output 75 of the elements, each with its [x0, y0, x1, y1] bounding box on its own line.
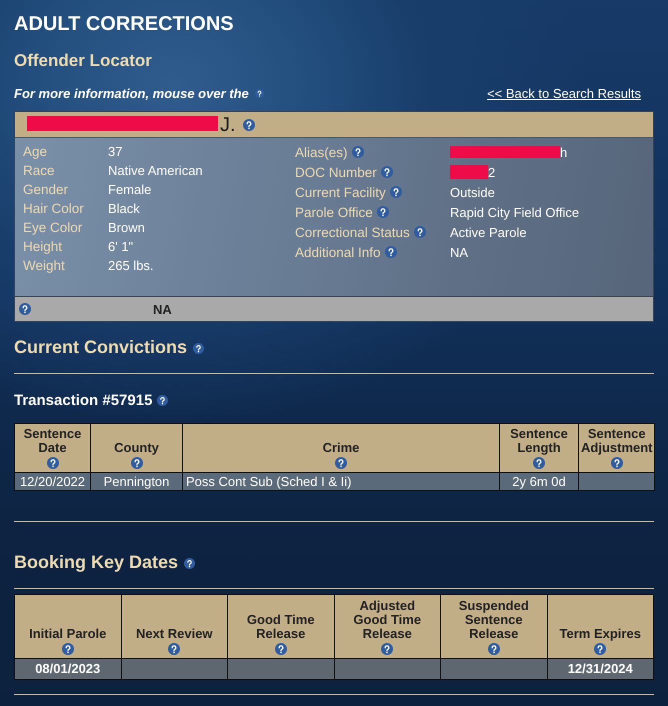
field-value: Brown: [108, 220, 145, 235]
field-label: Correctional Status: [295, 224, 410, 240]
help-icon[interactable]: [254, 88, 264, 98]
help-icon[interactable]: [157, 394, 168, 406]
field-label: Gender: [23, 182, 70, 197]
help-icon[interactable]: [242, 118, 255, 130]
column-header-label: Good Time Release: [246, 613, 315, 641]
help-icon[interactable]: [610, 457, 622, 469]
info-text: For more information, mouse over the: [14, 86, 249, 100]
field-value: NA: [153, 302, 172, 316]
field-label: DOC Number: [295, 164, 377, 180]
help-icon[interactable]: [335, 457, 347, 469]
help-icon[interactable]: [352, 146, 364, 158]
field-label: Additional Info: [295, 244, 381, 260]
back-link[interactable]: << Back to Search Results: [487, 86, 641, 100]
column-header-label: Next Review: [136, 627, 213, 641]
field-value: Rapid City Field Office: [450, 204, 580, 220]
help-icon[interactable]: [274, 643, 287, 655]
page-subtitle: Offender Locator: [14, 50, 153, 72]
table-cell: 08/01/2023: [14, 658, 121, 680]
help-icon[interactable]: [19, 303, 31, 315]
help-icon[interactable]: [384, 246, 397, 258]
column-header-label: Term Expires: [560, 627, 641, 641]
field-value: Outside: [450, 184, 495, 200]
offender-name: J.: [220, 112, 236, 136]
field-value: Native American: [108, 163, 203, 178]
column-header-label: Suspended Sentence Release: [458, 599, 529, 641]
page-title: ADULT CORRECTIONS: [14, 12, 235, 36]
column-header-label: Initial Parole: [29, 627, 106, 641]
field-label: Current Facility: [295, 184, 386, 200]
help-icon[interactable]: [376, 206, 389, 218]
field-value: Black: [108, 201, 140, 216]
field-value: Female: [108, 182, 152, 197]
help-icon[interactable]: [381, 643, 394, 655]
table-cell: Pennington: [90, 472, 182, 490]
column-header-label: Sentence Length: [510, 427, 568, 455]
field-label: Eye Color: [23, 220, 84, 235]
field-label: Weight: [23, 258, 66, 273]
field-value: 6' 1": [108, 239, 134, 254]
help-icon[interactable]: [46, 457, 58, 469]
transaction-title: Transaction #57915: [14, 392, 152, 408]
field-value: Active Parole: [450, 224, 527, 240]
help-icon[interactable]: [414, 226, 426, 238]
field-label: Hair Color: [23, 201, 85, 216]
section-title: Current Convictions: [14, 336, 188, 358]
field-value: 37: [108, 144, 122, 159]
field-value: NA: [450, 244, 468, 260]
column-header-label: County: [114, 441, 159, 455]
field-label: Race: [23, 163, 56, 178]
help-icon[interactable]: [390, 186, 402, 198]
table-cell: 12/31/2024: [547, 658, 654, 680]
help-icon[interactable]: [533, 457, 545, 469]
help-icon[interactable]: [594, 643, 606, 655]
column-header-label: Crime: [322, 441, 360, 455]
help-icon[interactable]: [380, 166, 393, 178]
table-cell: Poss Cont Sub (Sched I & Ii): [182, 472, 500, 490]
field-label: Parole Office: [295, 204, 373, 220]
help-icon[interactable]: [62, 643, 74, 655]
help-icon[interactable]: [184, 558, 196, 568]
table-cell: 2y 6m 0d: [500, 472, 578, 490]
field-value: 265 lbs.: [108, 258, 154, 273]
section-title: Booking Key Dates: [14, 552, 178, 572]
field-label: Alias(es): [295, 144, 348, 160]
column-header-label: Sentence Adjustment: [581, 427, 652, 455]
field-value: h: [560, 144, 568, 160]
column-header-label: Sentence Date: [24, 427, 82, 455]
column-header-label: Adjusted Good Time Release: [353, 599, 422, 641]
help-icon[interactable]: [168, 643, 180, 655]
help-icon[interactable]: [488, 643, 500, 655]
help-icon[interactable]: [193, 342, 204, 354]
field-value: 2: [488, 164, 496, 180]
help-icon[interactable]: [130, 457, 142, 469]
field-label: Age: [23, 144, 48, 159]
table-cell: 12/20/2022: [14, 472, 90, 490]
field-label: Height: [23, 239, 64, 254]
